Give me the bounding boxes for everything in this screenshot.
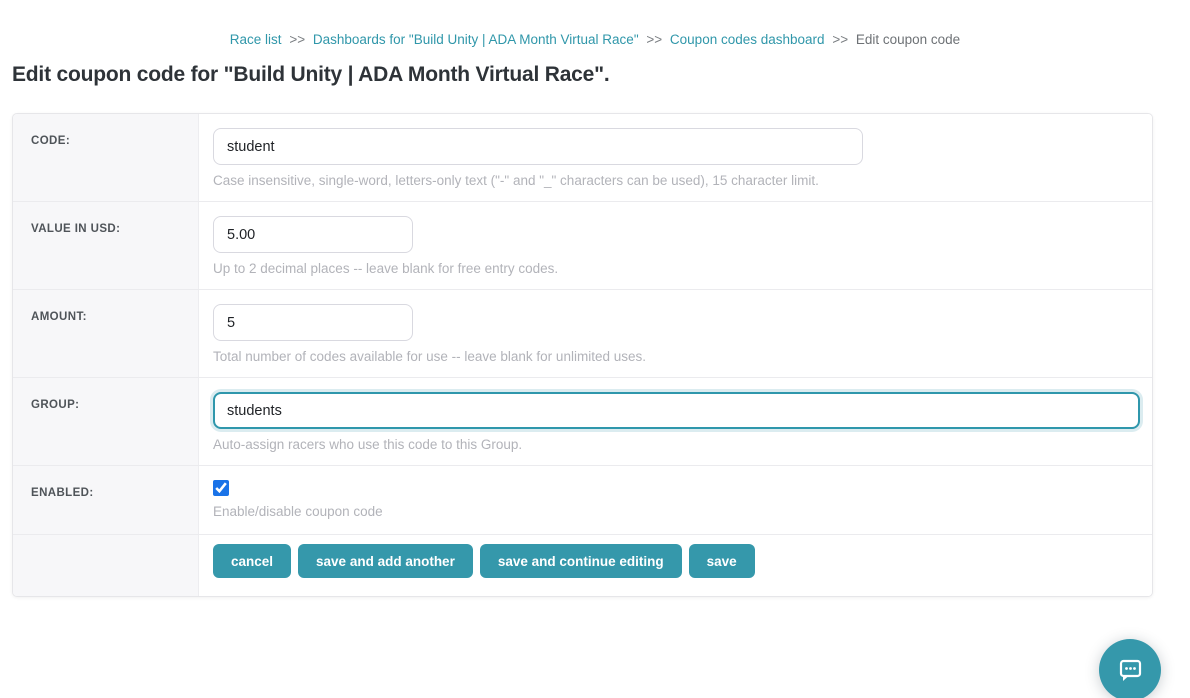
form-row-amount: AMOUNT: Total number of codes available …	[13, 290, 1152, 378]
group-input[interactable]	[213, 392, 1140, 429]
content-cell: Total number of codes available for use …	[199, 290, 1152, 377]
breadcrumb-separator: >>	[832, 32, 848, 47]
amount-help-text: Total number of codes available for use …	[213, 349, 1140, 364]
group-label: GROUP:	[31, 399, 79, 411]
code-label: CODE:	[31, 135, 70, 147]
content-cell: Case insensitive, single-word, letters-o…	[199, 114, 1152, 201]
breadcrumb-link-dashboards[interactable]: Dashboards for "Build Unity | ADA Month …	[313, 32, 639, 47]
content-cell: Enable/disable coupon code	[199, 466, 1152, 534]
enabled-checkbox[interactable]	[213, 480, 229, 496]
button-bar: cancel save and add another save and con…	[199, 535, 1152, 596]
label-cell: ENABLED:	[13, 466, 199, 534]
breadcrumb: Race list >> Dashboards for "Build Unity…	[0, 32, 1190, 47]
page-title: Edit coupon code for "Build Unity | ADA …	[12, 63, 1178, 87]
breadcrumb-link-coupon-codes-dashboard[interactable]: Coupon codes dashboard	[670, 32, 825, 47]
content-cell: Auto-assign racers who use this code to …	[199, 378, 1152, 465]
label-cell-empty	[13, 535, 199, 596]
value-in-usd-label: VALUE IN USD:	[31, 223, 120, 235]
enabled-label: ENABLED:	[31, 487, 94, 499]
label-cell: CODE:	[13, 114, 199, 201]
save-and-add-another-button[interactable]: save and add another	[298, 544, 473, 578]
enabled-help-text: Enable/disable coupon code	[213, 504, 1140, 519]
amount-input[interactable]	[213, 304, 413, 341]
chat-fab-button[interactable]	[1099, 639, 1161, 698]
code-help-text: Case insensitive, single-word, letters-o…	[213, 173, 1140, 188]
form-row-group: GROUP: Auto-assign racers who use this c…	[13, 378, 1152, 466]
value-in-usd-input[interactable]	[213, 216, 413, 253]
form-row-buttons: cancel save and add another save and con…	[13, 535, 1152, 596]
chat-bubble-icon	[1115, 655, 1145, 685]
breadcrumb-separator: >>	[646, 32, 662, 47]
breadcrumb-current: Edit coupon code	[856, 32, 960, 47]
breadcrumb-separator: >>	[289, 32, 305, 47]
label-cell: VALUE IN USD:	[13, 202, 199, 289]
code-input[interactable]	[213, 128, 863, 165]
edit-coupon-form: CODE: Case insensitive, single-word, let…	[12, 113, 1153, 597]
label-cell: AMOUNT:	[13, 290, 199, 377]
cancel-button[interactable]: cancel	[213, 544, 291, 578]
form-row-enabled: ENABLED: Enable/disable coupon code	[13, 466, 1152, 535]
form-row-value-in-usd: VALUE IN USD: Up to 2 decimal places -- …	[13, 202, 1152, 290]
group-help-text: Auto-assign racers who use this code to …	[213, 437, 1140, 452]
form-row-code: CODE: Case insensitive, single-word, let…	[13, 114, 1152, 202]
breadcrumb-link-race-list[interactable]: Race list	[230, 32, 282, 47]
value-in-usd-help-text: Up to 2 decimal places -- leave blank fo…	[213, 261, 1140, 276]
content-cell: Up to 2 decimal places -- leave blank fo…	[199, 202, 1152, 289]
save-and-continue-editing-button[interactable]: save and continue editing	[480, 544, 682, 578]
amount-label: AMOUNT:	[31, 311, 87, 323]
label-cell: GROUP:	[13, 378, 199, 465]
save-button[interactable]: save	[689, 544, 755, 578]
